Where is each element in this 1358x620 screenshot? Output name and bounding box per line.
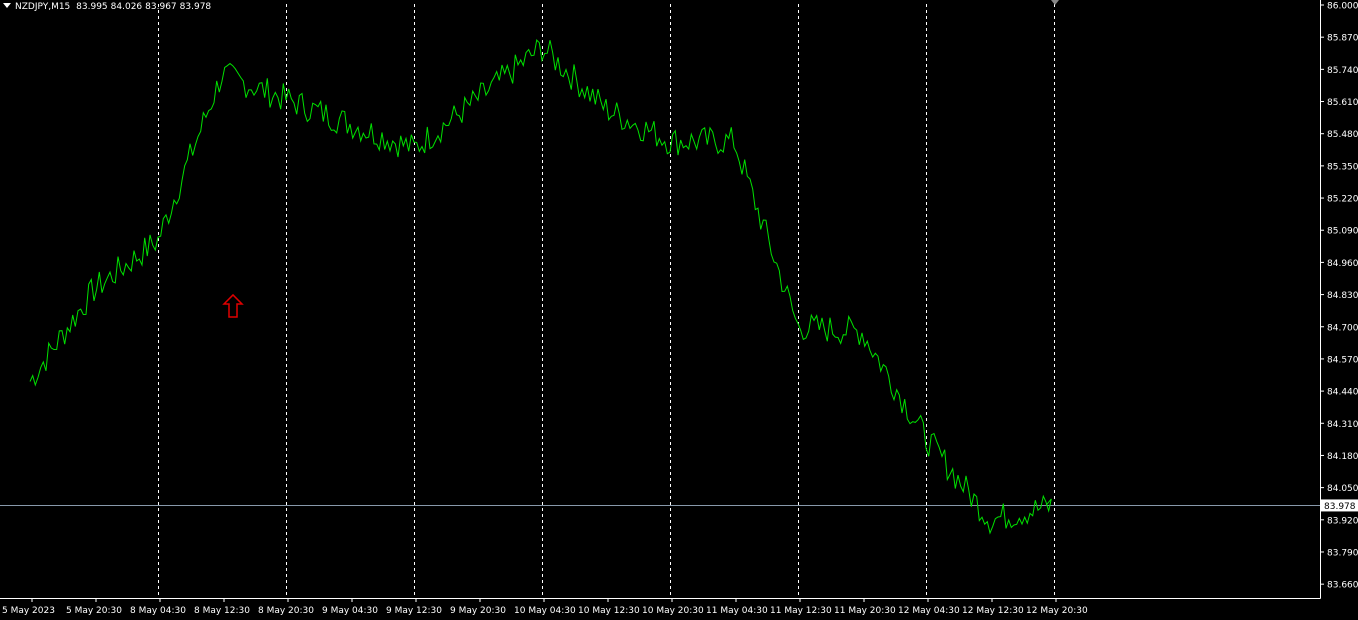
price-tick-label: 84.180	[1327, 452, 1358, 462]
price-tick-label: 84.960	[1327, 259, 1358, 269]
price-tick-label: 85.350	[1327, 162, 1358, 172]
price-tick-label: 83.920	[1327, 516, 1358, 526]
price-tick-label: 84.700	[1327, 323, 1358, 333]
price-tick-label: 83.790	[1327, 548, 1358, 558]
time-tick-label: 11 May 04:30	[706, 606, 768, 616]
chart-background	[0, 0, 1358, 620]
price-tick-label: 84.830	[1327, 291, 1358, 301]
low-value: 83.967	[145, 2, 177, 12]
price-tick-label: 85.870	[1327, 34, 1358, 44]
time-tick-label: 9 May 20:30	[450, 606, 506, 616]
time-tick-label: 9 May 12:30	[386, 606, 442, 616]
open-value: 83.995	[76, 2, 108, 12]
price-tick-label: 84.050	[1327, 484, 1358, 494]
dropdown-triangle-icon[interactable]	[3, 3, 11, 8]
time-tick-label: 12 May 04:30	[898, 606, 960, 616]
symbol-label: NZDJPY,M15	[15, 2, 71, 12]
time-tick-label: 8 May 20:30	[258, 606, 314, 616]
time-tick-label: 5 May 20:30	[66, 606, 122, 616]
time-tick-label: 11 May 20:30	[834, 606, 896, 616]
price-chart[interactable]: 86.000 85.870 85.740 85.610 85.480 85.350 85.2…	[0, 0, 1358, 620]
price-tick-label: 83.660	[1327, 581, 1358, 591]
time-tick-label: 10 May 12:30	[578, 606, 640, 616]
price-tick-label: 84.310	[1327, 420, 1358, 430]
price-tick-label: 85.090	[1327, 227, 1358, 237]
price-tick-label: 85.740	[1327, 66, 1358, 76]
price-tick-label: 84.440	[1327, 388, 1358, 398]
price-tick-label: 85.480	[1327, 130, 1358, 140]
price-tick-label: 85.610	[1327, 98, 1358, 108]
time-tick-label: 9 May 04:30	[322, 606, 378, 616]
chart-header: NZDJPY,M15 83.995 84.026 83.967 83.978	[3, 2, 214, 12]
time-tick-label: 11 May 12:30	[770, 606, 832, 616]
high-value: 84.026	[110, 2, 143, 12]
time-tick-label: 12 May 20:30	[1026, 606, 1088, 616]
time-tick-label: 8 May 12:30	[194, 606, 250, 616]
current-price-label: 83.978	[1324, 502, 1356, 512]
time-tick-label: 5 May 2023	[2, 606, 55, 616]
price-tick-label: 84.570	[1327, 355, 1358, 365]
time-tick-label: 12 May 12:30	[962, 606, 1024, 616]
price-tick-label: 85.220	[1327, 195, 1358, 205]
close-value: 83.978	[179, 2, 212, 12]
time-tick-label: 8 May 04:30	[130, 606, 186, 616]
time-tick-label: 10 May 04:30	[514, 606, 576, 616]
time-tick-label: 10 May 20:30	[642, 606, 704, 616]
price-tick-label: 86.000	[1327, 2, 1358, 12]
